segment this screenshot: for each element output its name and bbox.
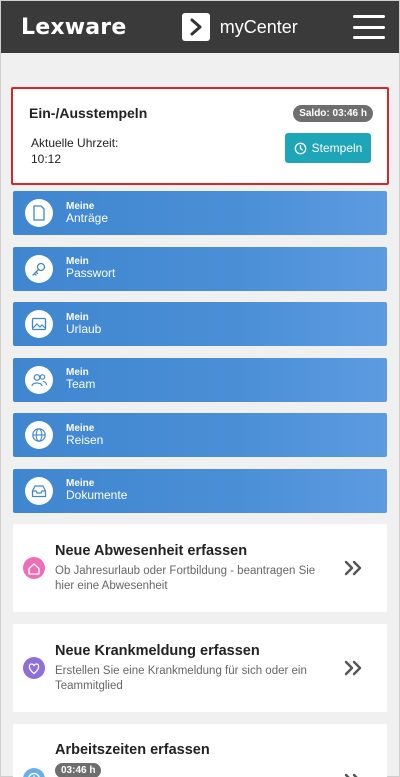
- double-chevron-right-icon[interactable]: [343, 559, 365, 577]
- globe-icon: [25, 421, 53, 449]
- chevron-right-icon: [181, 13, 210, 41]
- nav-item-label: Reisen: [66, 432, 104, 447]
- nav-item-label: Urlaub: [66, 321, 102, 336]
- action-title: Arbeitszeiten erfassen: [55, 742, 210, 758]
- stamp-button[interactable]: Stempeln: [285, 133, 371, 163]
- action-card-absence[interactable]: Neue Abwesenheit erfassen Ob Jahresurlau…: [13, 524, 387, 612]
- home-icon: [23, 557, 45, 579]
- action-card-sick-note[interactable]: Neue Krankmeldung erfassen Erstellen Sie…: [13, 624, 387, 712]
- main-content: Ein-/Ausstempeln Saldo: 03:46 h Aktuelle…: [1, 53, 399, 777]
- document-icon: [25, 199, 53, 227]
- inbox-icon: [25, 476, 53, 505]
- nav-item-reisen[interactable]: Meine Reisen: [13, 413, 387, 457]
- key-icon: [25, 254, 53, 283]
- double-chevron-right-icon[interactable]: [343, 772, 365, 777]
- current-time-label: Aktuelle Uhrzeit:: [31, 136, 119, 150]
- app-title: myCenter: [181, 13, 298, 41]
- action-description: Ob Jahresurlaub oder Fortbildung - beant…: [55, 564, 316, 592]
- nav-list: Meine Anträge Mein Passwort Mein Urlaub: [11, 191, 389, 513]
- menu-icon[interactable]: [352, 15, 385, 39]
- double-chevron-right-icon[interactable]: [343, 659, 365, 677]
- app-header: Lexware myCenter: [1, 1, 399, 53]
- heart-icon: [23, 657, 45, 679]
- action-title: Neue Krankmeldung erfassen: [55, 642, 260, 659]
- action-description: Erstellen Sie eine Krankmeldung für sich…: [55, 664, 307, 692]
- nav-item-label: Anträge: [66, 210, 109, 225]
- working-hours-badge: 03:46 h: [55, 763, 102, 777]
- nav-item-antraege[interactable]: Meine Anträge: [13, 191, 387, 235]
- team-icon: [25, 365, 53, 394]
- clock-icon: [294, 142, 306, 154]
- lexware-logo[interactable]: Lexware: [21, 15, 126, 40]
- stamp-button-label: Stempeln: [311, 141, 363, 155]
- nav-item-label: Dokumente: [66, 488, 128, 503]
- current-time-value: 10:12: [31, 152, 62, 166]
- clock-icon: [23, 768, 45, 777]
- nav-item-label: Passwort: [66, 266, 116, 281]
- stamp-card: Ein-/Ausstempeln Saldo: 03:46 h Aktuelle…: [11, 87, 389, 185]
- nav-item-urlaub[interactable]: Mein Urlaub: [13, 302, 387, 346]
- nav-item-dokumente[interactable]: Meine Dokumente: [13, 468, 387, 513]
- image-icon: [25, 310, 53, 338]
- action-title: Neue Abwesenheit erfassen: [55, 542, 248, 559]
- app-name: myCenter: [219, 16, 298, 37]
- nav-item-label: Team: [66, 377, 96, 392]
- nav-item-passwort[interactable]: Mein Passwort: [13, 246, 387, 291]
- saldo-badge: Saldo: 03:46 h: [293, 105, 373, 122]
- nav-item-team[interactable]: Mein Team: [13, 357, 387, 402]
- action-card-working-hours[interactable]: Arbeitszeiten erfassen 03:46 h: [13, 724, 387, 777]
